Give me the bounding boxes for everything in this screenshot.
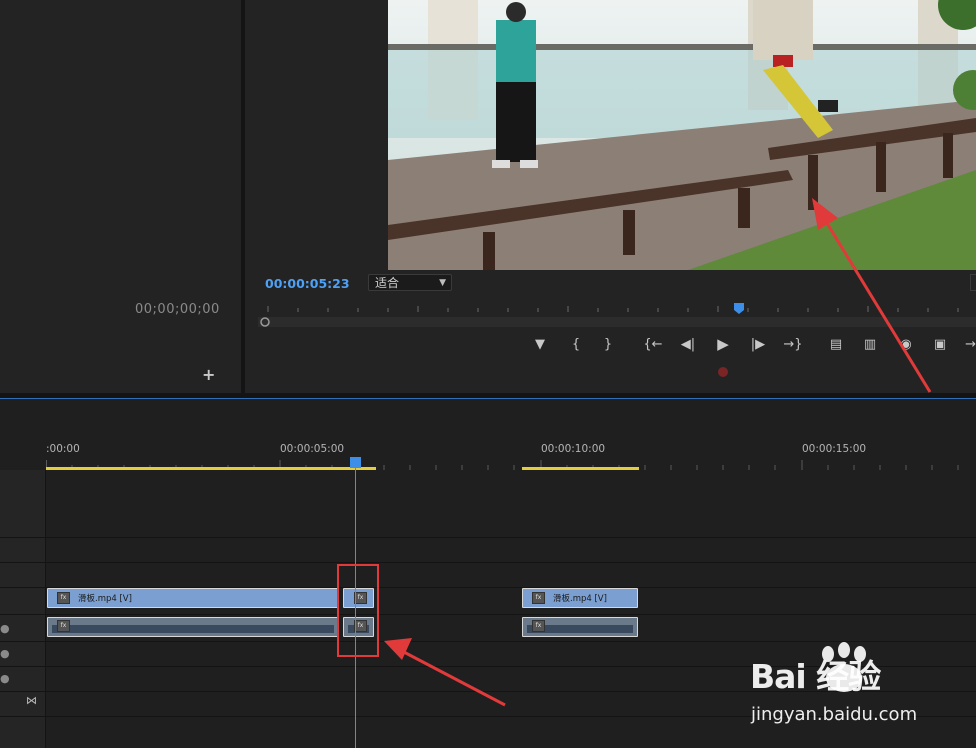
- source-timecode: 00;00;00;00: [135, 302, 220, 317]
- record-icon[interactable]: [718, 367, 728, 377]
- play-icon[interactable]: ▶: [713, 335, 733, 353]
- mark-in-icon[interactable]: {: [566, 337, 586, 352]
- program-scrubber[interactable]: [258, 300, 976, 328]
- program-monitor-controls-area: [245, 270, 976, 393]
- watermark-url: jingyan.baidu.com: [751, 704, 918, 725]
- ruler-label-10: 00:00:10:00: [541, 443, 606, 455]
- program-monitor-left-area: [245, 0, 388, 270]
- mic-icon[interactable]: ●: [0, 672, 10, 685]
- mic-icon[interactable]: ●: [0, 647, 10, 660]
- go-to-out-icon[interactable]: →}: [783, 337, 803, 352]
- lift-icon[interactable]: ▤: [826, 337, 846, 352]
- audio-clip[interactable]: fx: [47, 617, 339, 637]
- video-frame-image: [388, 0, 976, 270]
- source-monitor-panel: [0, 0, 241, 393]
- scrubber-ticks: [267, 306, 959, 312]
- master-track-icon[interactable]: ⋈: [26, 694, 37, 707]
- program-monitor-video[interactable]: [388, 0, 976, 270]
- go-to-in-icon[interactable]: {←: [643, 337, 663, 352]
- fit-dropdown-value: 适合: [375, 276, 400, 290]
- add-button[interactable]: +: [202, 365, 215, 384]
- work-area-bar-1[interactable]: [46, 467, 376, 470]
- track-headers: [0, 470, 46, 748]
- fx-badge-icon: fx: [57, 620, 70, 632]
- program-timecode[interactable]: 00:00:05:23: [265, 276, 350, 291]
- fit-dropdown[interactable]: 适合 ▼: [368, 274, 452, 291]
- clip-name: 滑板.mp4 [V]: [553, 594, 607, 604]
- ruler-label-15: 00:00:15:00: [802, 443, 867, 455]
- step-forward-icon[interactable]: |▶: [748, 337, 768, 352]
- timeline-playhead-icon[interactable]: [350, 457, 361, 468]
- step-back-icon[interactable]: ◀|: [678, 337, 698, 352]
- more-icon[interactable]: →: [960, 337, 976, 352]
- fx-badge-icon: fx: [532, 592, 545, 604]
- mark-out-icon[interactable]: }: [598, 337, 618, 352]
- video-clip[interactable]: fx 滑板.mp4 [V]: [47, 588, 339, 608]
- ruler-label-5: 00:00:05:00: [280, 443, 345, 455]
- track-divider: [0, 537, 976, 538]
- watermark-brand: Bai 经验: [750, 657, 881, 696]
- track-divider: [0, 562, 976, 563]
- video-clip[interactable]: fx 滑板.mp4 [V]: [522, 588, 638, 608]
- mic-icon[interactable]: ●: [0, 622, 10, 635]
- chevron-down-icon: ▼: [439, 278, 446, 288]
- work-area-bar-2[interactable]: [522, 467, 639, 470]
- export-frame-icon[interactable]: ◉: [896, 337, 916, 352]
- fx-badge-icon: fx: [57, 592, 70, 604]
- marker-icon[interactable]: ▼: [530, 337, 550, 352]
- audio-waveform: [52, 625, 334, 633]
- audio-clip[interactable]: fx: [522, 617, 638, 637]
- highlight-box: [337, 564, 379, 657]
- track-divider: [0, 614, 976, 615]
- resolution-dropdown[interactable]: [970, 274, 976, 291]
- extract-icon[interactable]: ▥: [860, 337, 880, 352]
- program-playhead-icon: [734, 303, 744, 314]
- clip-name: 滑板.mp4 [V]: [78, 594, 132, 604]
- fx-badge-icon: fx: [532, 620, 545, 632]
- ruler-label-0: :00:00: [46, 443, 80, 455]
- compare-icon[interactable]: ▣: [930, 337, 950, 352]
